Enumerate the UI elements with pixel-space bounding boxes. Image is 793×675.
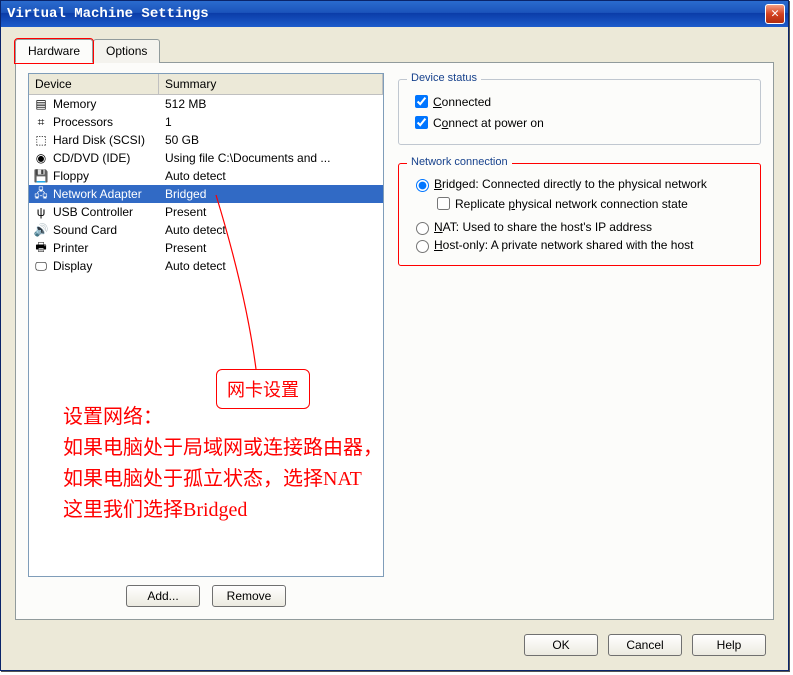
cancel-button-label: Cancel — [626, 638, 663, 652]
cancel-button[interactable]: Cancel — [608, 634, 682, 656]
connected-checkbox[interactable] — [415, 95, 428, 108]
note-line-2: 如果电脑处于局域网或连接路由器，选择Bridged — [63, 433, 384, 464]
tab-pane: Device Summary ▤ Memory 512 MB ⌗ Processors 1… — [15, 62, 774, 620]
replicate-checkbox[interactable] — [437, 197, 450, 210]
table-row[interactable]: 🔊 Sound Card Auto detect — [29, 221, 383, 239]
sound-icon: 🔊 — [33, 222, 49, 238]
ok-button[interactable]: OK — [524, 634, 598, 656]
nat-radio[interactable] — [416, 222, 429, 235]
table-row[interactable]: ⬚ Hard Disk (SCSI) 50 GB — [29, 131, 383, 149]
tab-options-label: Options — [106, 44, 147, 58]
table-row[interactable]: 🖶 Printer Present — [29, 239, 383, 257]
device-list-header: Device Summary — [29, 74, 383, 95]
device-name: Memory — [53, 97, 96, 111]
device-name: CD/DVD (IDE) — [53, 151, 130, 165]
bridged-radio[interactable] — [416, 179, 429, 192]
device-summary: Present — [159, 241, 383, 255]
device-name: Sound Card — [53, 223, 117, 237]
floppy-icon: 💾 — [33, 168, 49, 184]
device-name: Processors — [53, 115, 113, 129]
dialog-buttons: OK Cancel Help — [524, 634, 766, 656]
help-button-label: Help — [717, 638, 742, 652]
device-column: Device Summary ▤ Memory 512 MB ⌗ Processors 1… — [28, 73, 384, 607]
annotation-callout-label: 网卡设置 — [227, 380, 299, 400]
device-summary: 1 — [159, 115, 383, 129]
device-name: Display — [53, 259, 92, 273]
usb-icon: ψ — [33, 204, 49, 220]
add-button-label: Add... — [147, 589, 178, 603]
device-name: Floppy — [53, 169, 89, 183]
device-list[interactable]: Device Summary ▤ Memory 512 MB ⌗ Processors 1… — [28, 73, 384, 577]
device-buttons: Add... Remove — [28, 585, 384, 607]
table-row[interactable]: 🖧 Network Adapter Bridged — [29, 185, 383, 203]
help-button[interactable]: Help — [692, 634, 766, 656]
cd-icon: ◉ — [33, 150, 49, 166]
nat-radio-row[interactable]: NAT: Used to share the host's IP address — [411, 219, 750, 235]
close-icon[interactable]: ✕ — [765, 4, 785, 24]
device-summary: Present — [159, 205, 383, 219]
device-summary: 512 MB — [159, 97, 383, 111]
remove-button[interactable]: Remove — [212, 585, 286, 607]
replicate-label: Replicate physical network connection st… — [455, 197, 688, 211]
settings-window: Virtual Machine Settings ✕ Hardware Opti… — [0, 0, 789, 671]
note-line-3: 如果电脑处于孤立状态，选择NAT — [63, 464, 384, 495]
hostonly-radio-row[interactable]: Host-only: A private network shared with… — [411, 237, 750, 253]
header-summary[interactable]: Summary — [159, 74, 383, 94]
device-summary: Using file C:\Documents and ... — [159, 151, 383, 165]
table-row[interactable]: ▤ Memory 512 MB — [29, 95, 383, 113]
bridged-radio-row[interactable]: Bridged: Connected directly to the physi… — [411, 176, 750, 192]
header-device[interactable]: Device — [29, 74, 159, 94]
device-status-group: Device status Connected Connect at power… — [398, 79, 761, 145]
network-connection-group: Network connection Bridged: Connected di… — [398, 163, 761, 266]
table-row[interactable]: ⌗ Processors 1 — [29, 113, 383, 131]
connected-checkbox-row[interactable]: Connected — [411, 92, 750, 111]
connect-at-power-on-checkbox[interactable] — [415, 116, 428, 129]
device-summary: Auto detect — [159, 259, 383, 273]
device-rows: ▤ Memory 512 MB ⌗ Processors 1 ⬚ Hard Disk (SCS… — [29, 95, 383, 275]
device-name: Hard Disk (SCSI) — [53, 133, 145, 147]
nat-label: NAT: Used to share the host's IP address — [434, 220, 652, 234]
tab-strip: Hardware Options — [15, 39, 774, 63]
device-name: USB Controller — [53, 205, 133, 219]
connect-at-power-on-row[interactable]: Connect at power on — [411, 113, 750, 132]
ok-button-label: OK — [552, 638, 569, 652]
add-button[interactable]: Add... — [126, 585, 200, 607]
replicate-checkbox-row[interactable]: Replicate physical network connection st… — [433, 194, 750, 213]
nic-icon: 🖧 — [33, 186, 49, 202]
device-name: Printer — [53, 241, 88, 255]
connect-at-power-on-label: Connect at power on — [433, 116, 544, 130]
table-row[interactable]: 🖵 Display Auto detect — [29, 257, 383, 275]
details-column: Device status Connected Connect at power… — [398, 73, 761, 607]
network-connection-legend: Network connection — [407, 156, 512, 168]
device-summary: Bridged — [159, 187, 383, 201]
tab-hardware[interactable]: Hardware — [15, 39, 93, 63]
device-summary: Auto detect — [159, 223, 383, 237]
device-name: Network Adapter — [53, 187, 142, 201]
table-row[interactable]: 💾 Floppy Auto detect — [29, 167, 383, 185]
window-title: Virtual Machine Settings — [7, 6, 209, 22]
device-summary: Auto detect — [159, 169, 383, 183]
device-status-legend: Device status — [407, 72, 481, 84]
hostonly-radio[interactable] — [416, 240, 429, 253]
hostonly-label: Host-only: A private network shared with… — [434, 238, 693, 252]
display-icon: 🖵 — [33, 258, 49, 274]
remove-button-label: Remove — [227, 589, 272, 603]
cpu-icon: ⌗ — [33, 114, 49, 130]
printer-icon: 🖶 — [33, 240, 49, 256]
device-summary: 50 GB — [159, 133, 383, 147]
note-line-4: 这里我们选择Bridged — [63, 495, 384, 526]
disk-icon: ⬚ — [33, 132, 49, 148]
table-row[interactable]: ◉ CD/DVD (IDE) Using file C:\Documents and… — [29, 149, 383, 167]
annotation-note: 设置网络： 如果电脑处于局域网或连接路由器，选择Bridged 如果电脑处于孤立… — [63, 402, 384, 526]
memory-icon: ▤ — [33, 96, 49, 112]
table-row[interactable]: ψ USB Controller Present — [29, 203, 383, 221]
connected-label: Connected — [433, 95, 491, 109]
client-area: Hardware Options Device Summary ▤ Memory 5… — [1, 27, 788, 670]
tab-options[interactable]: Options — [93, 39, 160, 63]
bridged-label: Bridged: Connected directly to the physi… — [434, 177, 707, 191]
tab-hardware-label: Hardware — [28, 44, 80, 58]
titlebar[interactable]: Virtual Machine Settings ✕ — [1, 1, 788, 27]
annotation-callout: 网卡设置 — [216, 369, 310, 409]
